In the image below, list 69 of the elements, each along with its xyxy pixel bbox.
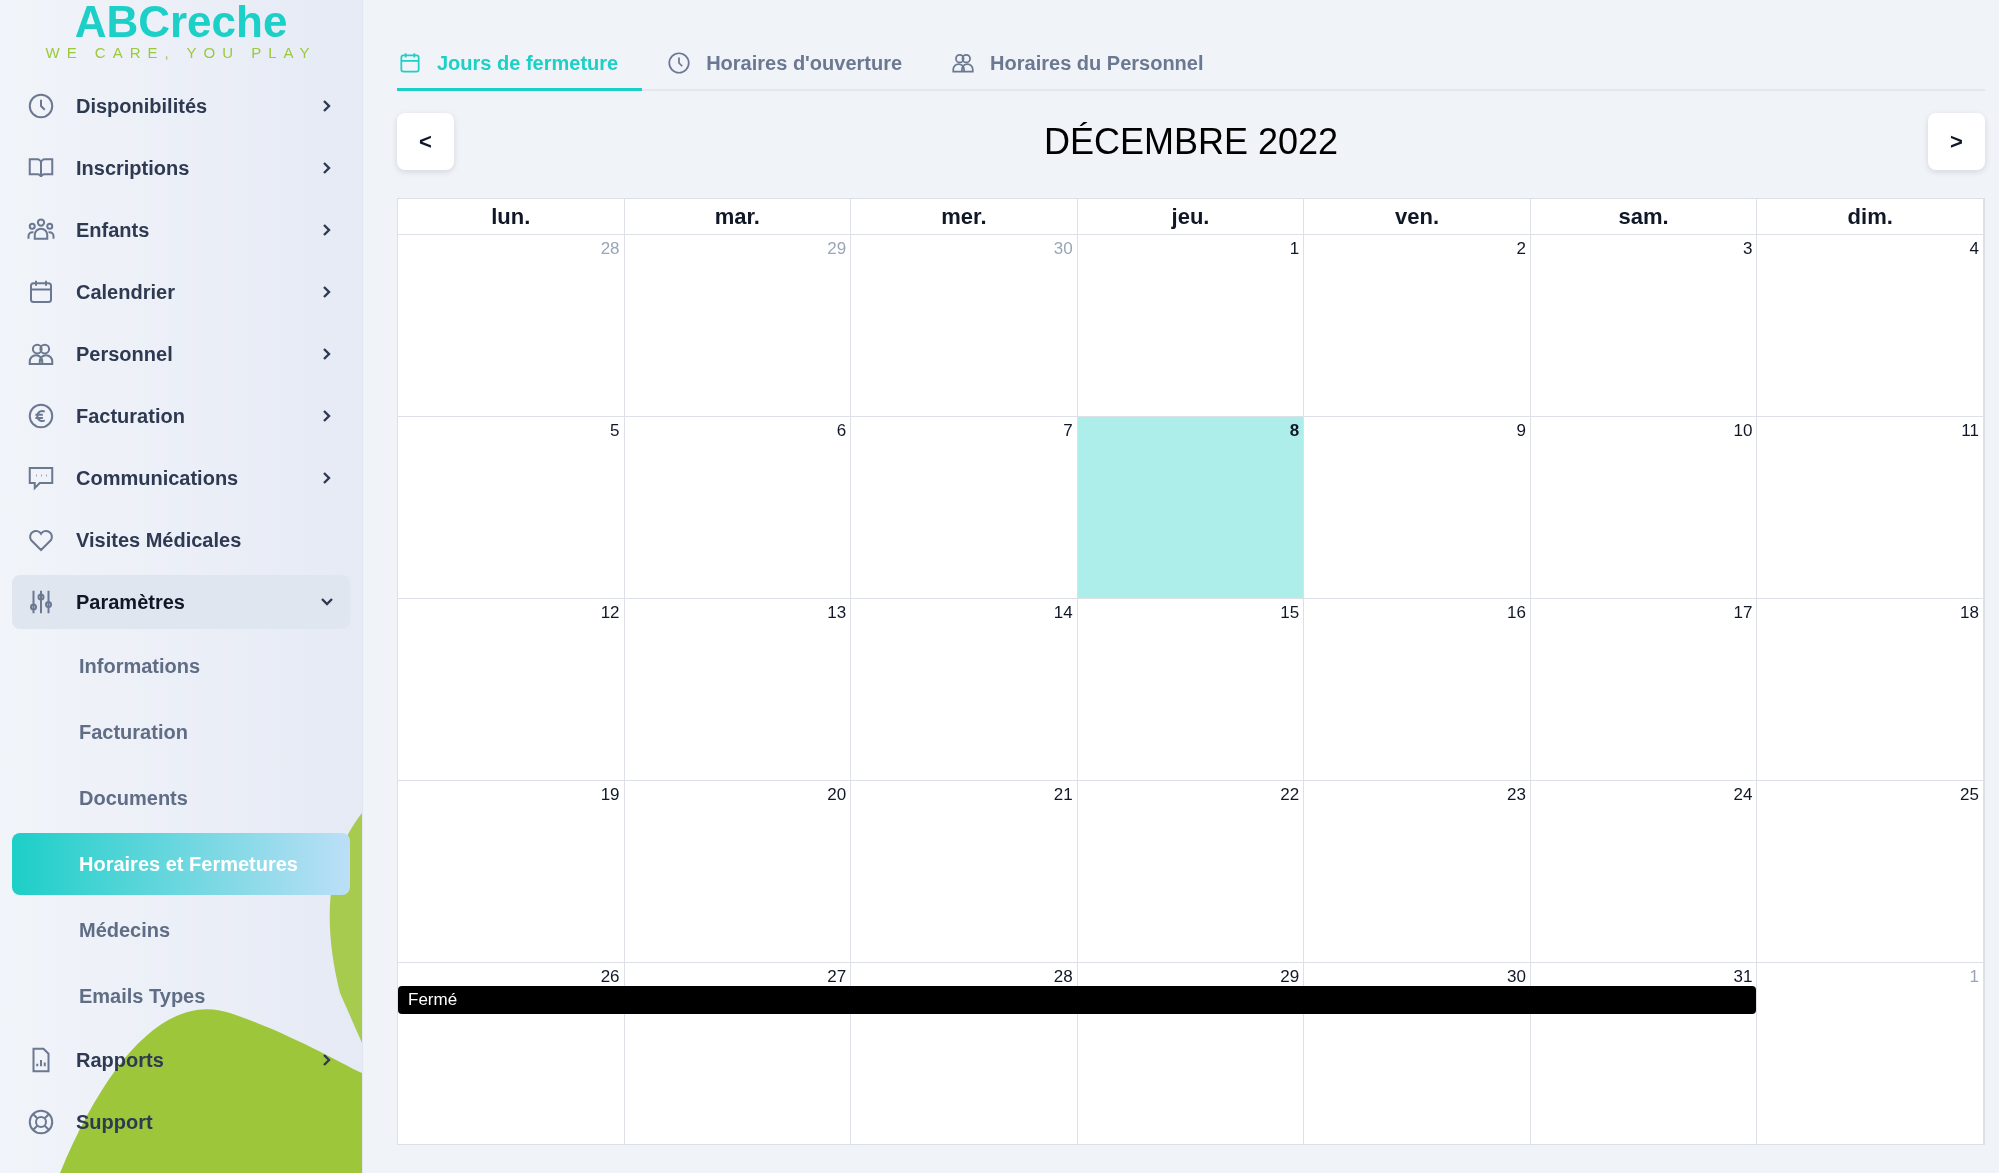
sidebar-item[interactable]: Enfants — [12, 203, 350, 257]
day-number: 1 — [1969, 967, 1979, 987]
day-number: 26 — [600, 967, 620, 987]
day-number: 21 — [1053, 785, 1073, 805]
day-number: 20 — [827, 785, 847, 805]
submenu-item[interactable]: Médecins — [12, 899, 350, 961]
submenu-item[interactable]: Facturation — [12, 701, 350, 763]
day-number: 10 — [1733, 421, 1753, 441]
euro-icon — [26, 401, 56, 431]
closure-event[interactable]: Fermé — [398, 986, 1757, 1014]
weekday-header: ven. — [1304, 199, 1531, 235]
submenu-item[interactable]: Documents — [12, 767, 350, 829]
day-number: 29 — [1280, 967, 1300, 987]
logo-text: ABCreche — [74, 0, 288, 44]
day-number: 11 — [1961, 421, 1979, 441]
clock-icon — [26, 91, 56, 121]
day-number: 8 — [1289, 421, 1300, 441]
day-number: 31 — [1733, 967, 1753, 987]
submenu-item[interactable]: Emails Types — [12, 965, 350, 1027]
sidebar-item[interactable]: Calendrier — [12, 265, 350, 319]
sidebar-item[interactable]: Facturation — [12, 389, 350, 443]
sidebar-item[interactable]: Visites Médicales — [12, 513, 350, 567]
day-number: 13 — [827, 603, 847, 623]
day-number: 19 — [600, 785, 620, 805]
day-number: 12 — [600, 603, 620, 623]
tab[interactable]: Horaires d'ouverture — [666, 30, 927, 91]
next-month-button[interactable]: > — [1928, 113, 1985, 170]
submenu-item[interactable]: Informations — [12, 635, 350, 697]
weekday-header: mar. — [624, 199, 852, 235]
day-number: 29 — [827, 239, 847, 259]
weekday-header: dim. — [1757, 199, 1984, 235]
weekday-header: jeu. — [1077, 199, 1305, 235]
day-number: 6 — [836, 421, 847, 441]
clock-icon — [666, 50, 693, 76]
day-number: 30 — [1053, 239, 1073, 259]
day-number: 7 — [1063, 421, 1073, 441]
sidebar-item[interactable]: Personnel — [12, 327, 350, 381]
day-number: 30 — [1506, 967, 1526, 987]
sidebar-item[interactable]: Inscriptions — [12, 141, 350, 195]
day-number: 1 — [1289, 239, 1300, 259]
day-number: 23 — [1506, 785, 1526, 805]
day-number: 14 — [1053, 603, 1073, 623]
calendar-icon — [397, 50, 423, 76]
logo-tagline: WE CARE, YOU PLAY — [45, 44, 317, 61]
previous-month-button[interactable]: < — [397, 113, 454, 170]
sidebar-item[interactable]: Communications — [12, 451, 350, 505]
weekday-header: sam. — [1530, 199, 1758, 235]
sidebar-item[interactable]: Paramètres — [12, 575, 350, 629]
month-title: DÉCEMBRE 2022 — [1043, 120, 1339, 163]
weekday-header: mer. — [851, 199, 1078, 235]
day-number: 4 — [1969, 239, 1979, 259]
lifebuoy-icon — [26, 1107, 56, 1137]
weekday-header: lun. — [398, 199, 625, 235]
day-number: 9 — [1516, 421, 1526, 441]
day-number: 18 — [1960, 603, 1979, 623]
day-number: 28 — [600, 239, 620, 259]
day-number: 3 — [1742, 239, 1753, 259]
sidebar-item[interactable]: Disponibilités — [12, 79, 350, 133]
day-number: 24 — [1733, 785, 1753, 805]
day-number: 28 — [1053, 967, 1073, 987]
day-number: 22 — [1280, 785, 1300, 805]
tab[interactable]: Horaires du Personnel — [950, 30, 1228, 91]
day-number: 16 — [1506, 603, 1526, 623]
day-number: 2 — [1516, 239, 1526, 259]
day-number: 17 — [1733, 603, 1753, 623]
day-number: 25 — [1960, 785, 1979, 805]
day-number: 15 — [1280, 603, 1300, 623]
day-number: 5 — [610, 421, 620, 441]
day-number: 27 — [827, 967, 847, 987]
